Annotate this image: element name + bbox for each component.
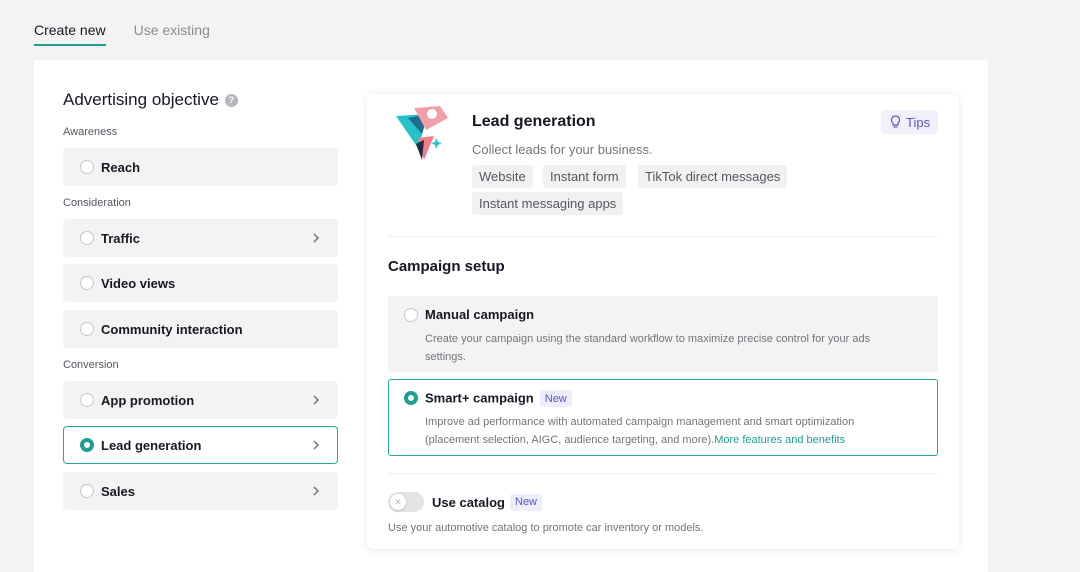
objective-option-reach[interactable]: Reach (63, 148, 338, 186)
manual-campaign-option[interactable]: Manual campaign Create your campaign usi… (388, 296, 938, 372)
radio-button[interactable] (80, 322, 94, 336)
catalog-badge-wrapper: New (510, 493, 543, 511)
manual-campaign-title: Manual campaign (425, 307, 535, 322)
chevron-right-icon (313, 486, 319, 496)
tab-create-new[interactable]: Create new (34, 0, 106, 46)
chip-instant-form: Instant form (543, 165, 626, 188)
divider (388, 236, 937, 237)
toggle-off-icon: ✕ (390, 494, 406, 510)
lead-generation-illustration-icon (396, 106, 448, 160)
objective-option-sales[interactable]: Sales (63, 472, 338, 510)
objective-option-video-views[interactable]: Video views (63, 264, 338, 302)
new-badge: New (510, 493, 543, 511)
objective-option-traffic[interactable]: Traffic (63, 219, 338, 257)
use-catalog-label: Use catalog (432, 495, 505, 510)
campaign-setup-title: Campaign setup (388, 258, 505, 275)
smart-campaign-option[interactable]: Smart+ campaign New Improve ad performanc… (388, 379, 938, 456)
radio-button[interactable] (80, 160, 94, 174)
detail-description: Collect leads for your business. (472, 142, 653, 157)
detail-title: Lead generation (472, 113, 596, 130)
radio-button-selected[interactable] (80, 438, 94, 452)
objective-option-label: Video views (101, 275, 176, 291)
objective-option-label: App promotion (101, 392, 195, 408)
chip-website: Website (472, 165, 533, 188)
objective-option-label: Traffic (101, 230, 141, 246)
new-badge: New (539, 390, 572, 407)
smart-campaign-description: Improve ad performance with automated ca… (425, 413, 905, 449)
objective-option-lead-generation[interactable]: Lead generation (63, 426, 338, 464)
manual-campaign-description: Create your campaign using the standard … (425, 333, 871, 363)
use-catalog-toggle[interactable]: ✕ (388, 492, 424, 512)
objective-option-community-interaction[interactable]: Community interaction (63, 310, 338, 348)
chevron-right-icon (313, 233, 319, 243)
lightbulb-icon (890, 115, 901, 128)
smart-campaign-heading: Smart+ campaign New (425, 390, 572, 407)
chip-instant-messaging-apps: Instant messaging apps (472, 192, 624, 215)
objective-option-label: Sales (101, 483, 135, 499)
group-label-conversion: Conversion (63, 359, 119, 371)
use-catalog-description: Use your automotive catalog to promote c… (388, 522, 704, 534)
objective-option-app-promotion[interactable]: App promotion (63, 381, 338, 419)
radio-button-selected[interactable] (404, 391, 418, 405)
group-label-awareness: Awareness (63, 126, 118, 138)
radio-button[interactable] (80, 393, 94, 407)
tab-bar: Create new Use existing (34, 0, 210, 46)
chevron-right-icon (313, 440, 319, 450)
objective-option-label: Lead generation (101, 437, 202, 453)
objective-heading: Advertising objective ? (63, 90, 238, 110)
objective-option-label: Reach (101, 159, 141, 175)
objective-option-label: Community interaction (101, 321, 243, 337)
more-features-link[interactable]: More features and benefits (714, 434, 845, 446)
question-mark-icon[interactable]: ? (224, 93, 238, 107)
divider (388, 473, 937, 474)
radio-button[interactable] (80, 276, 94, 290)
radio-button[interactable] (404, 308, 418, 322)
group-label-consideration: Consideration (63, 197, 131, 209)
radio-button[interactable] (80, 484, 94, 498)
chevron-right-icon (313, 395, 319, 405)
tab-use-existing[interactable]: Use existing (134, 0, 210, 46)
radio-button[interactable] (80, 231, 94, 245)
smart-campaign-title: Smart+ campaign (425, 390, 534, 406)
tips-button[interactable]: Tips (881, 110, 939, 134)
chip-tiktok-direct-messages: TikTok direct messages (638, 165, 788, 188)
objective-title: Advertising objective (63, 90, 219, 109)
tips-label: Tips (906, 114, 931, 130)
